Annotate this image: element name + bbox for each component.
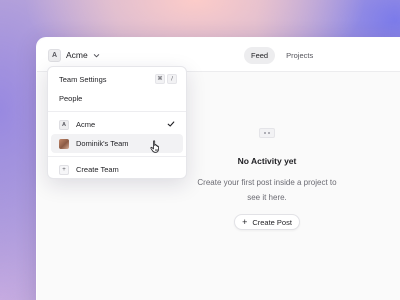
menu-item-team-settings[interactable]: Team Settings ⌘ /	[51, 70, 183, 89]
plus-icon: +	[242, 216, 248, 227]
tab-feed[interactable]: Feed	[244, 47, 276, 64]
menu-item-label: Acme	[76, 120, 96, 129]
command-key: ⌘	[155, 74, 165, 84]
team-switcher-button[interactable]: A Acme	[48, 47, 100, 63]
menu-item-create-team[interactable]: + Create Team	[51, 160, 183, 179]
menu-divider	[48, 156, 186, 157]
menu-divider	[48, 111, 186, 112]
empty-state: No Activity yet Create your first post i…	[167, 128, 367, 230]
empty-state-description: Create your first post inside a project …	[197, 178, 337, 202]
chevron-down-icon	[93, 53, 99, 57]
slash-key: /	[167, 74, 177, 84]
menu-item-label: Dominik's Team	[76, 139, 129, 148]
team-avatar: A	[48, 48, 61, 62]
pointer-hand-icon	[150, 140, 159, 153]
empty-state-title: No Activity yet	[237, 156, 297, 166]
shortcut-hint: ⌘ /	[155, 74, 177, 84]
create-post-button[interactable]: + Create Post	[234, 214, 300, 230]
plus-icon: +	[59, 164, 69, 175]
menu-item-label: People	[59, 94, 83, 103]
empty-activity-icon	[259, 128, 275, 138]
team-avatar: A	[59, 119, 69, 130]
create-post-label: Create Post	[252, 217, 292, 227]
menu-item-team-dominik[interactable]: Dominik's Team	[51, 134, 183, 153]
check-icon	[167, 121, 175, 127]
menu-item-team-acme[interactable]: A Acme	[51, 115, 183, 134]
user-photo-avatar	[59, 138, 69, 149]
team-dropdown-menu: Team Settings ⌘ / People A Acme Dominik'…	[47, 66, 187, 179]
view-tabs: Feed Projects	[244, 47, 320, 64]
menu-item-people[interactable]: People	[51, 89, 183, 108]
menu-item-label: Create Team	[76, 165, 119, 174]
team-name: Acme	[66, 50, 88, 60]
tab-projects[interactable]: Projects	[279, 47, 320, 64]
menu-item-label: Team Settings	[59, 75, 107, 84]
